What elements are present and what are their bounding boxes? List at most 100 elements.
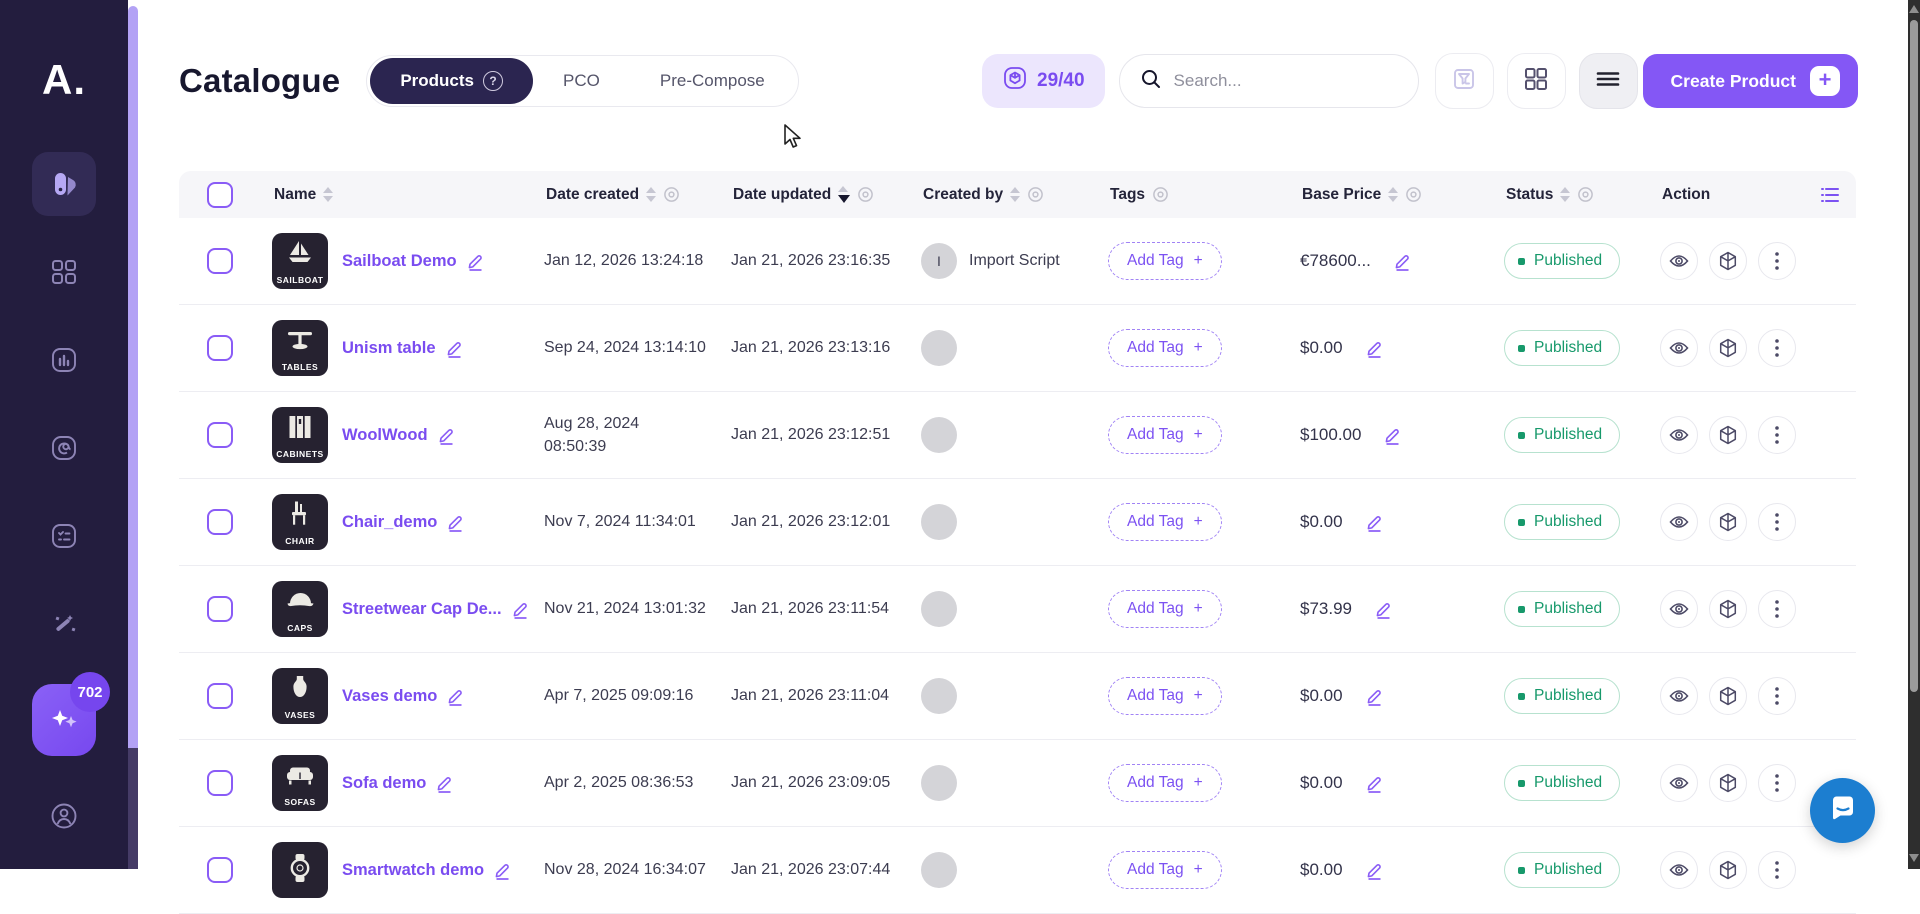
column-visibility-eye-icon[interactable]	[663, 186, 680, 203]
row-checkbox[interactable]	[207, 596, 233, 622]
model-3d-button[interactable]	[1709, 764, 1747, 802]
edit-name-icon[interactable]	[445, 339, 464, 358]
grid-view-button[interactable]	[1507, 53, 1566, 109]
row-checkbox[interactable]	[207, 335, 233, 361]
create-product-button[interactable]: Create Product +	[1643, 54, 1858, 108]
content-scroll-track[interactable]	[128, 748, 138, 869]
sort-icon[interactable]	[646, 187, 656, 202]
sort-icon[interactable]	[1560, 187, 1570, 202]
add-tag-button[interactable]: Add Tag+	[1108, 764, 1222, 802]
edit-name-icon[interactable]	[435, 774, 454, 793]
add-tag-button[interactable]: Add Tag+	[1108, 503, 1222, 541]
add-tag-button[interactable]: Add Tag+	[1108, 590, 1222, 628]
tab-pco[interactable]: PCO	[533, 58, 630, 104]
preview-button[interactable]	[1660, 242, 1698, 280]
sort-icon[interactable]	[838, 186, 850, 203]
more-options-button[interactable]	[1758, 764, 1796, 802]
scroll-up-icon[interactable]	[1909, 5, 1919, 13]
model-3d-button[interactable]	[1709, 851, 1747, 889]
model-3d-button[interactable]	[1709, 329, 1747, 367]
model-3d-button[interactable]	[1709, 590, 1747, 628]
more-options-button[interactable]	[1758, 503, 1796, 541]
content-scroll-thumb[interactable]	[128, 6, 138, 748]
model-3d-button[interactable]	[1709, 677, 1747, 715]
column-visibility-eye-icon[interactable]	[1577, 186, 1594, 203]
edit-name-icon[interactable]	[466, 252, 485, 271]
column-visibility-eye-icon[interactable]	[857, 186, 874, 203]
row-checkbox[interactable]	[207, 683, 233, 709]
product-name-link[interactable]: Sailboat Demo	[342, 252, 485, 271]
sort-icon[interactable]	[1010, 187, 1020, 202]
product-name-link[interactable]: Chair_demo	[342, 513, 465, 532]
scrollbar-thumb[interactable]	[1910, 20, 1918, 692]
sidebar-item-tasks[interactable]	[32, 504, 96, 568]
help-icon[interactable]: ?	[483, 71, 503, 91]
edit-price-icon[interactable]	[1365, 774, 1384, 793]
edit-price-icon[interactable]	[1365, 861, 1384, 880]
more-options-button[interactable]	[1758, 590, 1796, 628]
edit-name-icon[interactable]	[446, 513, 465, 532]
preview-button[interactable]	[1660, 764, 1698, 802]
list-view-button[interactable]	[1579, 53, 1638, 109]
edit-price-icon[interactable]	[1365, 339, 1384, 358]
sidebar-item-catalogue[interactable]	[32, 152, 96, 216]
product-name-link[interactable]: Unism table	[342, 339, 464, 358]
preview-button[interactable]	[1660, 329, 1698, 367]
row-checkbox[interactable]	[207, 422, 233, 448]
sidebar-item-integrations[interactable]	[32, 416, 96, 480]
more-options-button[interactable]	[1758, 329, 1796, 367]
page-scrollbar[interactable]	[1908, 0, 1920, 869]
preview-button[interactable]	[1660, 851, 1698, 889]
add-tag-button[interactable]: Add Tag+	[1108, 677, 1222, 715]
product-thumbnail[interactable]: TABLES	[272, 320, 328, 376]
product-thumbnail[interactable]: CABINETS	[272, 407, 328, 463]
edit-price-icon[interactable]	[1393, 252, 1412, 271]
add-tag-button[interactable]: Add Tag+	[1108, 242, 1222, 280]
more-options-button[interactable]	[1758, 851, 1796, 889]
product-name-link[interactable]: WoolWood	[342, 426, 456, 445]
sidebar-item-account[interactable]	[32, 784, 96, 848]
sort-icon[interactable]	[1388, 187, 1398, 202]
edit-name-icon[interactable]	[446, 687, 465, 706]
edit-price-icon[interactable]	[1365, 513, 1384, 532]
row-checkbox[interactable]	[207, 857, 233, 883]
edit-name-icon[interactable]	[511, 600, 530, 619]
preview-button[interactable]	[1660, 677, 1698, 715]
chat-launcher-button[interactable]	[1810, 778, 1875, 843]
column-visibility-eye-icon[interactable]	[1405, 186, 1422, 203]
edit-price-icon[interactable]	[1383, 426, 1402, 445]
product-thumbnail[interactable]: SOFAS	[272, 755, 328, 811]
product-name-link[interactable]: Sofa demo	[342, 774, 454, 793]
edit-price-icon[interactable]	[1365, 687, 1384, 706]
edit-name-icon[interactable]	[437, 426, 456, 445]
edit-name-icon[interactable]	[493, 861, 512, 880]
more-options-button[interactable]	[1758, 677, 1796, 715]
edit-price-icon[interactable]	[1374, 600, 1393, 619]
model-3d-button[interactable]	[1709, 503, 1747, 541]
sparkles-button[interactable]: 702	[32, 684, 96, 756]
model-3d-button[interactable]	[1709, 416, 1747, 454]
scroll-down-icon[interactable]	[1909, 854, 1919, 862]
product-thumbnail[interactable]: VASES	[272, 668, 328, 724]
preview-button[interactable]	[1660, 416, 1698, 454]
sidebar-item-apps[interactable]	[32, 240, 96, 304]
preview-button[interactable]	[1660, 590, 1698, 628]
sidebar-item-ai-credits[interactable]: 702	[32, 680, 96, 760]
column-settings-icon[interactable]	[1820, 186, 1840, 209]
tab-products[interactable]: Products?	[370, 58, 533, 104]
add-tag-button[interactable]: Add Tag+	[1108, 329, 1222, 367]
add-tag-button[interactable]: Add Tag+	[1108, 851, 1222, 889]
product-name-link[interactable]: Vases demo	[342, 687, 465, 706]
column-visibility-eye-icon[interactable]	[1027, 186, 1044, 203]
row-checkbox[interactable]	[207, 770, 233, 796]
filter-button[interactable]	[1435, 53, 1494, 109]
column-visibility-eye-icon[interactable]	[1152, 186, 1169, 203]
product-thumbnail[interactable]: CAPS	[272, 581, 328, 637]
sidebar-item-analytics[interactable]	[32, 328, 96, 392]
model-3d-button[interactable]	[1709, 242, 1747, 280]
product-name-link[interactable]: Streetwear Cap De...	[342, 600, 530, 619]
more-options-button[interactable]	[1758, 416, 1796, 454]
product-thumbnail[interactable]: CHAIR	[272, 494, 328, 550]
sidebar-item-magic-tools[interactable]	[32, 592, 96, 656]
product-thumbnail[interactable]: SAILBOAT	[272, 233, 328, 289]
